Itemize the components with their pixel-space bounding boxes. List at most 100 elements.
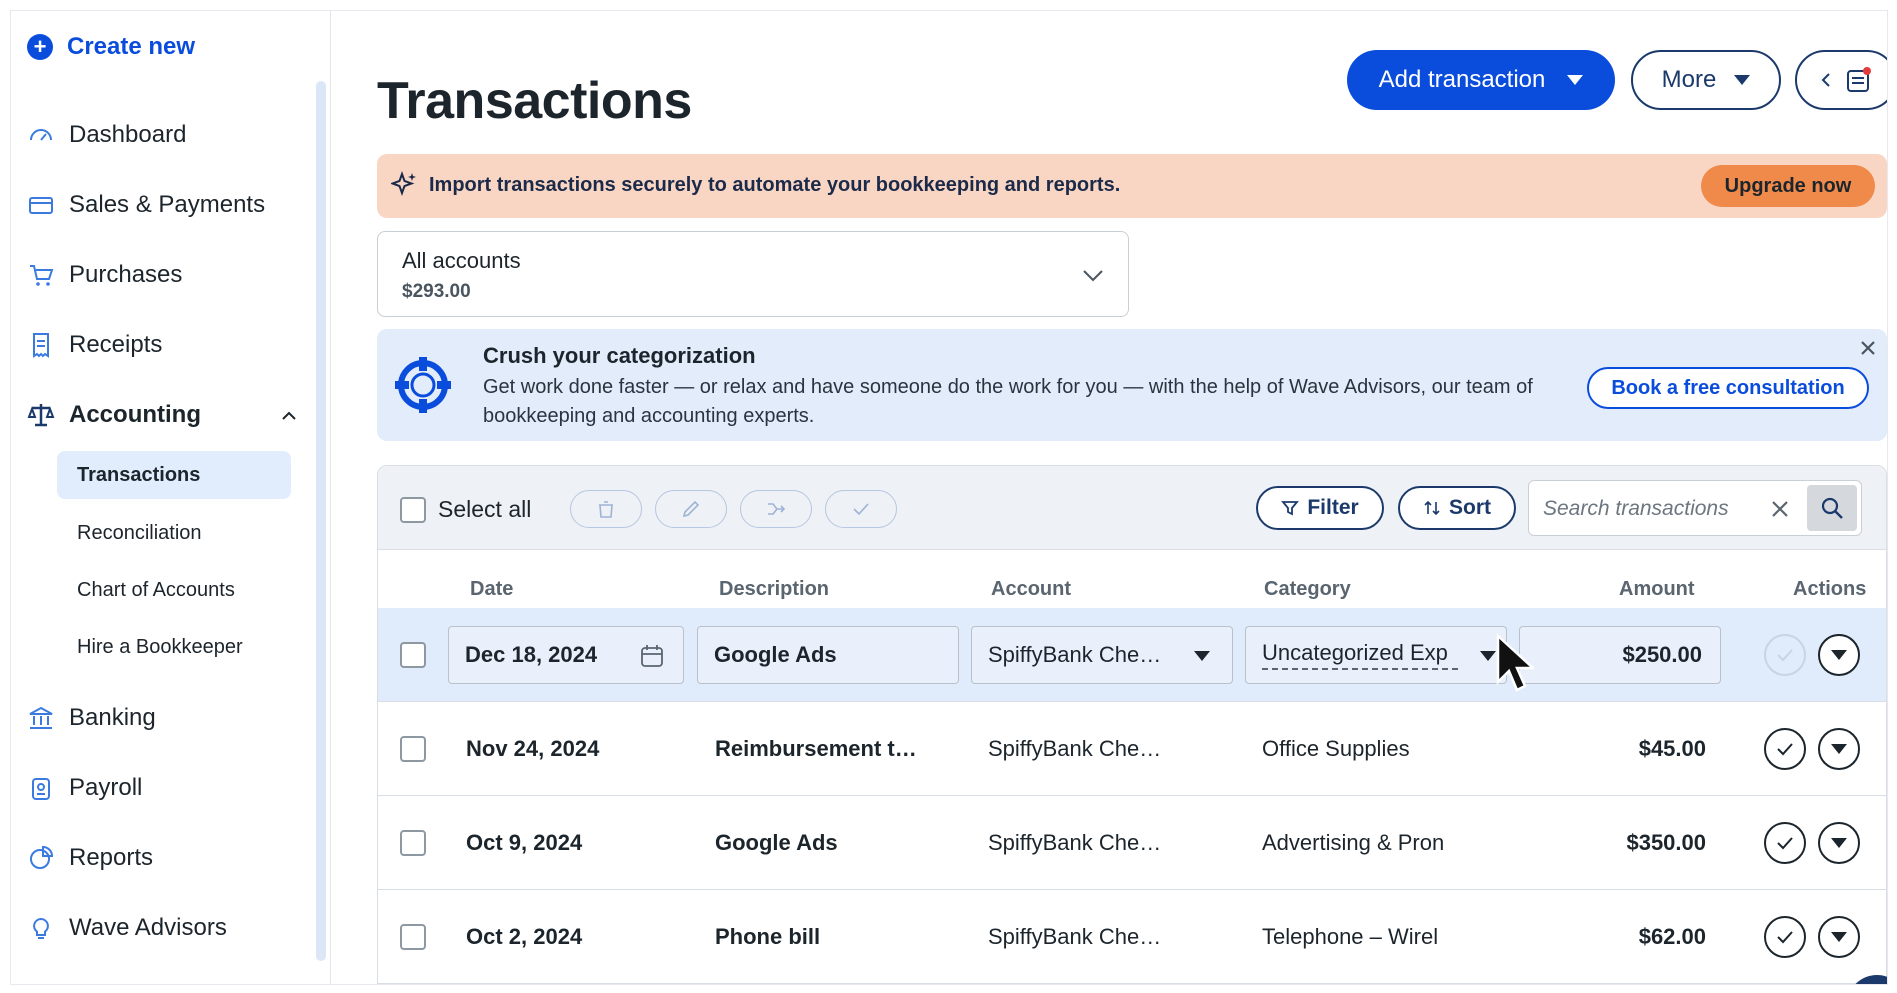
account-selector[interactable]: All accounts $293.00: [377, 231, 1129, 317]
sidebar-item-payroll[interactable]: Payroll: [27, 774, 142, 802]
filter-label: Filter: [1307, 496, 1359, 519]
clear-icon[interactable]: [1767, 496, 1793, 522]
sort-label: Sort: [1449, 496, 1491, 519]
account-name: All accounts: [402, 248, 521, 273]
row-actions-button[interactable]: [1818, 634, 1860, 676]
column-header-actions: Actions: [1793, 578, 1867, 600]
table-row[interactable]: Oct 2, 2024 Phone bill SpiffyBank Che… T…: [378, 890, 1886, 984]
select-all[interactable]: Select all: [400, 496, 531, 523]
account-value: SpiffyBank Che…: [988, 642, 1162, 667]
sidebar-item-banking[interactable]: Banking: [27, 704, 156, 732]
scale-icon: [27, 404, 55, 427]
sidebar-item-reports[interactable]: Reports: [27, 844, 153, 872]
lightbulb-icon: [33, 917, 49, 939]
caret-down-icon: [1831, 650, 1847, 660]
search-button[interactable]: [1807, 485, 1857, 531]
date-cell: Oct 2, 2024: [466, 924, 583, 949]
sidebar-item-wave-advisors[interactable]: Wave Advisors: [27, 914, 227, 942]
date-cell: Nov 24, 2024: [466, 736, 600, 761]
sidebar-item-accounting[interactable]: Accounting: [27, 401, 201, 429]
checkmark-icon: [1777, 649, 1793, 662]
sidebar-subitem-transactions[interactable]: Transactions: [57, 451, 291, 499]
column-header-description[interactable]: Description: [719, 578, 829, 601]
row-checkbox[interactable]: [400, 924, 426, 950]
column-header-account[interactable]: Account: [991, 578, 1071, 601]
row-actions-button[interactable]: [1818, 916, 1860, 958]
table-row[interactable]: Nov 24, 2024 Reimbursement t… SpiffyBank…: [378, 702, 1886, 796]
category-cell[interactable]: Telephone – Wirel: [1262, 890, 1458, 984]
close-icon[interactable]: [1857, 337, 1879, 359]
review-toggle[interactable]: [1764, 728, 1806, 770]
cart-icon: [30, 265, 54, 286]
description-cell[interactable]: Google Ads: [715, 796, 935, 890]
review-toggle[interactable]: [1764, 916, 1806, 958]
select-all-checkbox[interactable]: [400, 496, 426, 523]
sidebar-item-label: Wave Advisors: [69, 914, 227, 941]
sidebar-item-dashboard[interactable]: Dashboard: [27, 121, 186, 149]
delete-button[interactable]: [570, 490, 642, 528]
column-header-amount[interactable]: Amount: [1619, 578, 1695, 601]
date-field[interactable]: Dec 18, 2024: [448, 626, 684, 684]
account-cell[interactable]: SpiffyBank Che…: [988, 702, 1228, 796]
sidebar-item-receipts[interactable]: Receipts: [27, 331, 162, 359]
table-row[interactable]: Dec 18, 2024 Google Ads SpiffyBank Che… …: [378, 608, 1886, 702]
review-toggle[interactable]: [1764, 634, 1806, 676]
account-cell[interactable]: SpiffyBank Che…: [988, 890, 1228, 984]
panel-toggle-button[interactable]: [1795, 50, 1887, 110]
category-cell[interactable]: Office Supplies: [1262, 702, 1458, 796]
amount-field[interactable]: $250.00: [1519, 626, 1721, 684]
pencil-icon: [682, 500, 700, 518]
sidebar-item-label: Receipts: [69, 331, 163, 358]
sidebar-subitem-reconciliation[interactable]: Reconciliation: [57, 509, 291, 557]
advisor-banner: Crush your categorization Get work done …: [377, 329, 1887, 441]
import-promo-banner: Import transactions securely to automate…: [377, 154, 1887, 218]
sidebar-item-label: Payroll: [69, 774, 143, 801]
sort-icon: [1424, 500, 1440, 516]
sidebar-item-label: Purchases: [69, 261, 183, 288]
merge-icon: [768, 503, 786, 515]
merge-button[interactable]: [740, 490, 812, 528]
description-field[interactable]: Google Ads: [697, 626, 959, 684]
filter-button[interactable]: Filter: [1256, 486, 1384, 530]
category-dropdown[interactable]: Uncategorized Exp: [1245, 626, 1507, 684]
sidebar-subitem-chart-of-accounts[interactable]: Chart of Accounts: [57, 566, 291, 614]
sidebar-item-purchases[interactable]: Purchases: [27, 261, 182, 289]
caret-down-icon: [1831, 932, 1847, 942]
category-value: Uncategorized Exp: [1262, 640, 1458, 670]
row-checkbox[interactable]: [400, 642, 426, 668]
search-input[interactable]: [1543, 495, 1753, 523]
add-transaction-button[interactable]: Add transaction: [1347, 50, 1615, 110]
row-checkbox[interactable]: [400, 830, 426, 856]
search-box: [1528, 480, 1862, 536]
category-cell[interactable]: Advertising & Pron: [1262, 796, 1458, 890]
chevron-up-icon[interactable]: [279, 406, 299, 426]
row-checkbox[interactable]: [400, 736, 426, 762]
chevron-left-icon: [1821, 73, 1830, 87]
checkmark-icon: [853, 503, 869, 516]
review-button[interactable]: [825, 490, 897, 528]
description-cell[interactable]: Reimbursement t…: [715, 702, 935, 796]
trash-icon: [599, 501, 613, 518]
row-actions-button[interactable]: [1818, 728, 1860, 770]
calendar-icon[interactable]: [639, 643, 665, 669]
column-header-category[interactable]: Category: [1264, 578, 1351, 601]
description-cell[interactable]: Phone bill: [715, 890, 935, 984]
more-button[interactable]: More: [1631, 50, 1781, 110]
edit-button[interactable]: [655, 490, 727, 528]
create-new-button[interactable]: + Create new: [27, 33, 195, 61]
table-row[interactable]: Oct 9, 2024 Google Ads SpiffyBank Che… A…: [378, 796, 1886, 890]
review-toggle[interactable]: [1764, 822, 1806, 864]
book-consultation-button[interactable]: Book a free consultation: [1587, 367, 1869, 409]
account-cell[interactable]: SpiffyBank Che…: [988, 796, 1228, 890]
upgrade-now-button[interactable]: Upgrade now: [1701, 165, 1875, 207]
account-dropdown[interactable]: SpiffyBank Che…: [971, 626, 1233, 684]
sidebar-subitem-hire-bookkeeper[interactable]: Hire a Bookkeeper: [57, 623, 291, 671]
sidebar-item-sales-payments[interactable]: Sales & Payments: [27, 191, 265, 219]
sort-button[interactable]: Sort: [1398, 486, 1516, 530]
column-header-date[interactable]: Date: [470, 578, 513, 601]
row-actions-button[interactable]: [1818, 822, 1860, 864]
caret-down-icon: [1831, 838, 1847, 848]
table-toolbar: Select all Filter Sort Search transactio…: [378, 466, 1886, 550]
add-transaction-label: Add transaction: [1378, 66, 1546, 93]
sidebar-scrollbar[interactable]: [316, 81, 326, 961]
